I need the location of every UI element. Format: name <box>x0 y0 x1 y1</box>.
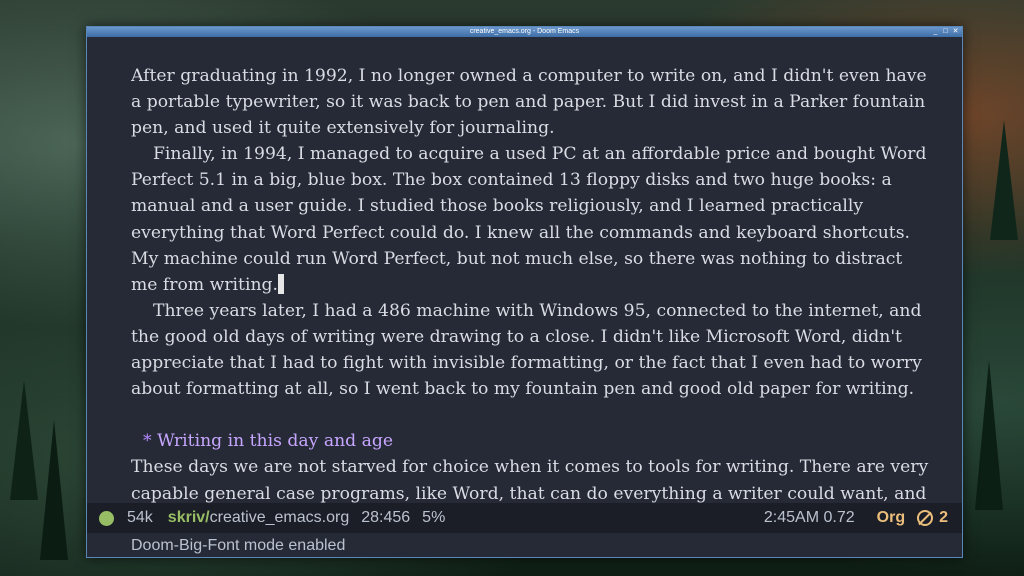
paragraph: Finally, in 1994, I managed to acquire a… <box>131 141 931 298</box>
text-cursor <box>277 273 284 294</box>
buffer-size: 54k <box>127 509 153 526</box>
time-and-load: 2:45AM 0.72 <box>763 509 855 526</box>
major-mode[interactable]: Org <box>877 503 905 533</box>
window-title: creative_emacs.org - Doom Emacs <box>469 28 580 35</box>
tree-shape <box>10 380 38 500</box>
minimize-icon[interactable]: _ <box>932 28 939 35</box>
tree-shape <box>40 420 68 560</box>
echo-area-message: Doom-Big-Font mode enabled <box>131 537 346 554</box>
modeline: 54k skriv/ creative_emacs.org 28:456 5% … <box>87 503 962 533</box>
paragraph: Three years later, I had a 486 machine w… <box>131 300 922 400</box>
window-titlebar[interactable]: creative_emacs.org - Doom Emacs _ □ ✕ <box>87 27 962 37</box>
org-heading[interactable]: * Writing in this day and age <box>143 428 931 454</box>
paragraph: After graduating in 1992, I no longer ow… <box>131 66 927 139</box>
cursor-position: 28:456 <box>361 509 411 526</box>
window-controls: _ □ ✕ <box>932 27 959 37</box>
modeline-left: 54k skriv/ creative_emacs.org 28:456 5% <box>99 503 445 533</box>
heading-text: Writing in this day and age <box>157 431 394 452</box>
paragraph-text: Finally, in 1994, I managed to acquire a… <box>131 144 927 295</box>
buffer-filename[interactable]: creative_emacs.org <box>210 503 350 533</box>
buffer-percent: 5% <box>422 509 446 526</box>
issue-count[interactable]: 2 <box>939 503 948 533</box>
tree-shape <box>990 120 1018 240</box>
heading-star: * <box>143 431 152 452</box>
paragraph: These days we are not starved for choice… <box>131 457 929 504</box>
buffer-state-icon <box>99 510 114 526</box>
maximize-icon[interactable]: □ <box>942 28 949 35</box>
modeline-right: 2:45AM 0.72 Org 2 <box>764 503 948 533</box>
editor-buffer[interactable]: After graduating in 1992, I no longer ow… <box>131 63 931 521</box>
no-entry-icon[interactable] <box>917 510 934 526</box>
emacs-window: creative_emacs.org - Doom Emacs _ □ ✕ Af… <box>86 26 963 558</box>
buffer-directory[interactable]: skriv/ <box>168 503 210 533</box>
close-icon[interactable]: ✕ <box>952 28 959 35</box>
tree-shape <box>975 360 1003 510</box>
